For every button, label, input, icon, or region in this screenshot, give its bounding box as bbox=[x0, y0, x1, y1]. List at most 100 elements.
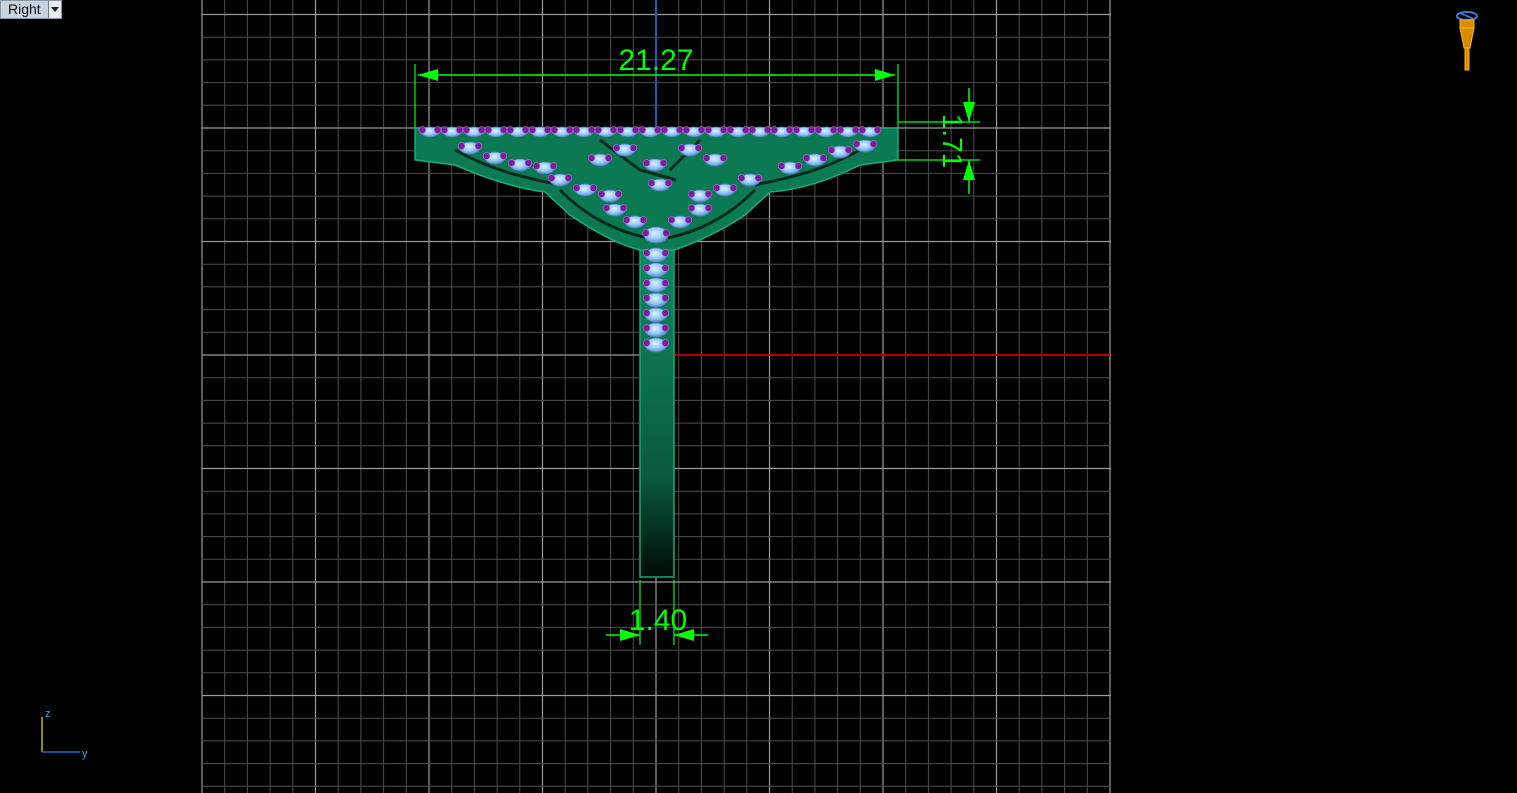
prong bbox=[482, 152, 491, 160]
gem-setting-group bbox=[420, 126, 880, 353]
prong bbox=[852, 140, 861, 148]
axis-y-label: y bbox=[82, 748, 88, 760]
prong bbox=[642, 324, 651, 332]
prong bbox=[684, 216, 693, 224]
prong bbox=[597, 190, 606, 198]
prong bbox=[547, 174, 556, 182]
chevron-down-icon[interactable] bbox=[47, 1, 61, 18]
prong bbox=[712, 184, 721, 192]
prong bbox=[521, 126, 530, 134]
prong bbox=[484, 126, 493, 134]
prong bbox=[660, 126, 669, 134]
dimension-shank-label: 1.40 bbox=[629, 604, 687, 637]
prong bbox=[594, 126, 603, 134]
prong bbox=[549, 162, 558, 170]
prong bbox=[622, 216, 631, 224]
prong bbox=[474, 142, 483, 150]
prong bbox=[565, 126, 574, 134]
prong bbox=[754, 174, 763, 182]
prong bbox=[638, 126, 647, 134]
prong bbox=[777, 162, 786, 170]
prong bbox=[737, 174, 746, 182]
prong bbox=[694, 144, 703, 152]
prong bbox=[609, 126, 618, 134]
prong bbox=[506, 126, 515, 134]
prong bbox=[572, 184, 581, 192]
prong bbox=[614, 190, 623, 198]
dimension-height-label: 1.71 bbox=[937, 114, 968, 169]
prong bbox=[642, 229, 650, 237]
prong bbox=[662, 229, 670, 237]
prong bbox=[702, 154, 711, 162]
prong bbox=[726, 126, 735, 134]
prong bbox=[528, 126, 537, 134]
prong bbox=[642, 279, 651, 287]
prong bbox=[829, 126, 838, 134]
prong bbox=[543, 126, 552, 134]
prong bbox=[792, 126, 801, 134]
prong bbox=[659, 159, 668, 167]
prong bbox=[619, 204, 628, 212]
prong bbox=[763, 126, 772, 134]
prong bbox=[704, 204, 713, 212]
prong bbox=[642, 159, 651, 167]
prong bbox=[851, 126, 860, 134]
prong bbox=[807, 126, 816, 134]
prong bbox=[661, 279, 670, 287]
prong bbox=[844, 146, 853, 154]
prong bbox=[677, 144, 686, 152]
prong bbox=[667, 216, 676, 224]
prong bbox=[661, 324, 670, 332]
dimension-width-label: 21.27 bbox=[618, 44, 693, 77]
prong bbox=[457, 142, 466, 150]
prong bbox=[477, 126, 486, 134]
prong bbox=[440, 126, 449, 134]
prong bbox=[741, 126, 750, 134]
prong bbox=[873, 126, 882, 134]
prong bbox=[642, 294, 651, 302]
prong bbox=[682, 126, 691, 134]
prong bbox=[604, 154, 613, 162]
prong bbox=[661, 309, 670, 317]
prong bbox=[719, 126, 728, 134]
prong bbox=[587, 126, 596, 134]
camera-icon[interactable] bbox=[1456, 11, 1478, 71]
prong bbox=[642, 339, 651, 347]
prong bbox=[661, 264, 670, 272]
axis-z-label: z bbox=[45, 708, 51, 720]
prong bbox=[819, 154, 828, 162]
prong bbox=[612, 144, 621, 152]
prong bbox=[704, 126, 713, 134]
prong bbox=[814, 126, 823, 134]
prong bbox=[462, 126, 471, 134]
prong bbox=[687, 204, 696, 212]
prong bbox=[639, 216, 648, 224]
prong bbox=[572, 126, 581, 134]
prong bbox=[661, 249, 670, 257]
prong bbox=[616, 126, 625, 134]
prong bbox=[642, 264, 651, 272]
prong bbox=[697, 126, 706, 134]
prong bbox=[602, 204, 611, 212]
viewport-name: Right bbox=[8, 1, 41, 17]
prong bbox=[647, 179, 656, 187]
prong bbox=[642, 309, 651, 317]
prong bbox=[524, 159, 533, 167]
prong bbox=[499, 152, 508, 160]
prong bbox=[499, 126, 508, 134]
right-viewport[interactable]: 21.27 1.71 1.40 z y Right bbox=[0, 0, 1517, 793]
prong bbox=[532, 162, 541, 170]
prong bbox=[836, 126, 845, 134]
prong bbox=[587, 154, 596, 162]
prong bbox=[507, 159, 516, 167]
prong bbox=[653, 126, 662, 134]
prong bbox=[827, 146, 836, 154]
prong bbox=[418, 126, 427, 134]
prong bbox=[794, 162, 803, 170]
prong bbox=[802, 154, 811, 162]
prong bbox=[642, 249, 651, 257]
prong bbox=[661, 339, 670, 347]
prong bbox=[858, 126, 867, 134]
prong bbox=[564, 174, 573, 182]
viewport-title[interactable]: Right bbox=[0, 0, 62, 19]
